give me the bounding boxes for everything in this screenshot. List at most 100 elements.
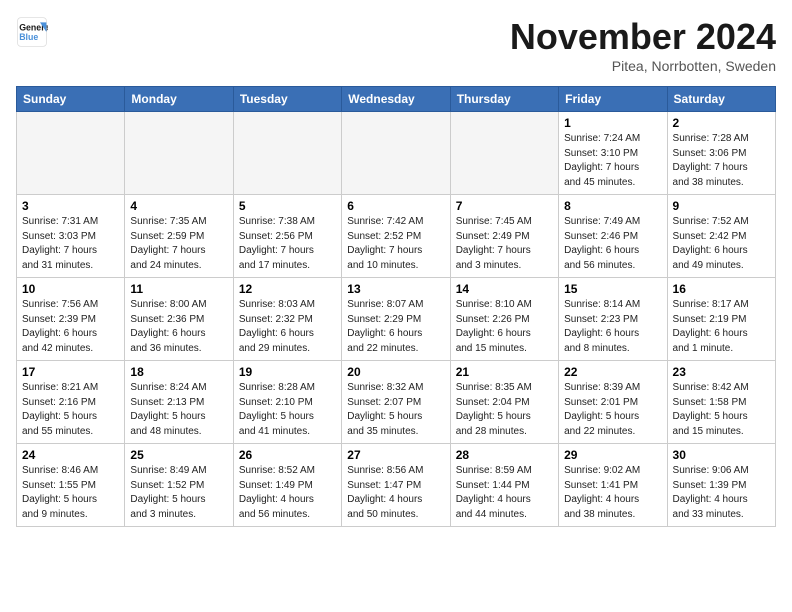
calendar-cell: 5Sunrise: 7:38 AM Sunset: 2:56 PM Daylig… — [233, 195, 341, 278]
calendar-cell: 15 Sunrise: 8:14 AM Sunset: 2:23 PM Dayli… — [559, 278, 667, 361]
day-number: 26 — [239, 448, 336, 462]
day-number: 20 — [347, 365, 444, 379]
calendar-weekday-friday: Friday — [559, 87, 667, 112]
location-subtitle: Pitea, Norrbotten, Sweden — [510, 58, 776, 74]
day-info: Sunrise: 8:21 AM Sunset: 2:16 PM Dayligh… — [22, 381, 119, 439]
calendar-header-row: SundayMondayTuesdayWednesdayThursdayFrid… — [17, 87, 776, 112]
day-info: Sunrise: 8:32 AM Sunset: 2:07 PM Dayligh… — [347, 381, 444, 439]
day-number: 8 — [564, 199, 661, 213]
day-info: Sunrise: 8:59 AM Sunset: 1:44 PM Dayligh… — [456, 464, 553, 522]
calendar-cell: 1 Sunrise: 7:24 AM Sunset: 3:10 PM Daylig… — [559, 112, 667, 195]
logo: General Blue — [16, 16, 48, 48]
day-info: Sunrise: 7:42 AM Sunset: 2:52 PM Dayligh… — [347, 215, 444, 273]
calendar-cell: 21Sunrise: 8:35 AM Sunset: 2:04 PM Dayli… — [450, 361, 558, 444]
day-number: 6 — [347, 199, 444, 213]
calendar-cell: 19Sunrise: 8:28 AM Sunset: 2:10 PM Dayli… — [233, 361, 341, 444]
day-number: 14 — [456, 282, 553, 296]
calendar-cell: 14Sunrise: 8:10 AM Sunset: 2:26 PM Dayli… — [450, 278, 558, 361]
calendar-cell: 22 Sunrise: 8:39 AM Sunset: 2:01 PM Dayli… — [559, 361, 667, 444]
page-header: General Blue November 2024 Pitea, Norrbo… — [16, 16, 776, 74]
day-number: 19 — [239, 365, 336, 379]
day-info: Sunrise: 8:46 AM Sunset: 1:55 PM Dayligh… — [22, 464, 119, 522]
day-number: 7 — [456, 199, 553, 213]
day-number: 17 — [22, 365, 119, 379]
calendar-cell: 13 Sunrise: 8:07 AM Sunset: 2:29 PM Dayli… — [342, 278, 450, 361]
calendar-table: SundayMondayTuesdayWednesdayThursdayFrid… — [16, 86, 776, 527]
day-info: Sunrise: 7:31 AM Sunset: 3:03 PM Dayligh… — [22, 215, 119, 273]
calendar-cell: 23 Sunrise: 8:42 AM Sunset: 1:58 PM Dayli… — [667, 361, 775, 444]
calendar-cell: 16 Sunrise: 8:17 AM Sunset: 2:19 PM Dayli… — [667, 278, 775, 361]
calendar-cell: 9 Sunrise: 7:52 AM Sunset: 2:42 PM Daylig… — [667, 195, 775, 278]
day-number: 28 — [456, 448, 553, 462]
calendar-cell — [342, 112, 450, 195]
calendar-cell: 28 Sunrise: 8:59 AM Sunset: 1:44 PM Dayli… — [450, 444, 558, 527]
calendar-weekday-tuesday: Tuesday — [233, 87, 341, 112]
day-number: 12 — [239, 282, 336, 296]
logo-icon: General Blue — [16, 16, 48, 48]
day-number: 3 — [22, 199, 119, 213]
calendar-cell: 12 Sunrise: 8:03 AM Sunset: 2:32 PM Dayli… — [233, 278, 341, 361]
calendar-cell: 20 Sunrise: 8:32 AM Sunset: 2:07 PM Dayli… — [342, 361, 450, 444]
calendar-cell: 2Sunrise: 7:28 AM Sunset: 3:06 PM Daylig… — [667, 112, 775, 195]
calendar-body: 1 Sunrise: 7:24 AM Sunset: 3:10 PM Daylig… — [17, 112, 776, 527]
day-number: 13 — [347, 282, 444, 296]
day-info: Sunrise: 7:45 AM Sunset: 2:49 PM Dayligh… — [456, 215, 553, 273]
day-info: Sunrise: 8:52 AM Sunset: 1:49 PM Dayligh… — [239, 464, 336, 522]
day-info: Sunrise: 7:35 AM Sunset: 2:59 PM Dayligh… — [130, 215, 227, 273]
day-info: Sunrise: 7:38 AM Sunset: 2:56 PM Dayligh… — [239, 215, 336, 273]
calendar-cell: 17 Sunrise: 8:21 AM Sunset: 2:16 PM Dayli… — [17, 361, 125, 444]
day-info: Sunrise: 8:35 AM Sunset: 2:04 PM Dayligh… — [456, 381, 553, 439]
calendar-weekday-saturday: Saturday — [667, 87, 775, 112]
calendar-week-2: 3 Sunrise: 7:31 AM Sunset: 3:03 PM Daylig… — [17, 195, 776, 278]
day-info: Sunrise: 8:42 AM Sunset: 1:58 PM Dayligh… — [673, 381, 770, 439]
day-number: 29 — [564, 448, 661, 462]
calendar-cell: 26 Sunrise: 8:52 AM Sunset: 1:49 PM Dayli… — [233, 444, 341, 527]
calendar-cell: 4 Sunrise: 7:35 AM Sunset: 2:59 PM Daylig… — [125, 195, 233, 278]
day-number: 24 — [22, 448, 119, 462]
calendar-cell: 29 Sunrise: 9:02 AM Sunset: 1:41 PM Dayli… — [559, 444, 667, 527]
calendar-weekday-thursday: Thursday — [450, 87, 558, 112]
day-number: 22 — [564, 365, 661, 379]
day-number: 18 — [130, 365, 227, 379]
calendar-cell: 18 Sunrise: 8:24 AM Sunset: 2:13 PM Dayli… — [125, 361, 233, 444]
day-info: Sunrise: 8:07 AM Sunset: 2:29 PM Dayligh… — [347, 298, 444, 356]
calendar-weekday-monday: Monday — [125, 87, 233, 112]
calendar-cell: 25Sunrise: 8:49 AM Sunset: 1:52 PM Dayli… — [125, 444, 233, 527]
day-number: 9 — [673, 199, 770, 213]
day-info: Sunrise: 7:28 AM Sunset: 3:06 PM Dayligh… — [673, 132, 770, 190]
day-number: 4 — [130, 199, 227, 213]
calendar-cell — [17, 112, 125, 195]
calendar-cell: 11 Sunrise: 8:00 AM Sunset: 2:36 PM Dayli… — [125, 278, 233, 361]
day-number: 11 — [130, 282, 227, 296]
calendar-week-4: 17 Sunrise: 8:21 AM Sunset: 2:16 PM Dayli… — [17, 361, 776, 444]
day-info: Sunrise: 8:00 AM Sunset: 2:36 PM Dayligh… — [130, 298, 227, 356]
calendar-cell: 6 Sunrise: 7:42 AM Sunset: 2:52 PM Daylig… — [342, 195, 450, 278]
calendar-cell: 10Sunrise: 7:56 AM Sunset: 2:39 PM Dayli… — [17, 278, 125, 361]
day-info: Sunrise: 9:02 AM Sunset: 1:41 PM Dayligh… — [564, 464, 661, 522]
day-info: Sunrise: 8:14 AM Sunset: 2:23 PM Dayligh… — [564, 298, 661, 356]
day-info: Sunrise: 8:17 AM Sunset: 2:19 PM Dayligh… — [673, 298, 770, 356]
day-number: 1 — [564, 116, 661, 130]
calendar-week-1: 1 Sunrise: 7:24 AM Sunset: 3:10 PM Daylig… — [17, 112, 776, 195]
day-info: Sunrise: 8:56 AM Sunset: 1:47 PM Dayligh… — [347, 464, 444, 522]
calendar-week-5: 24 Sunrise: 8:46 AM Sunset: 1:55 PM Dayli… — [17, 444, 776, 527]
day-info: Sunrise: 7:52 AM Sunset: 2:42 PM Dayligh… — [673, 215, 770, 273]
calendar-cell: 24 Sunrise: 8:46 AM Sunset: 1:55 PM Dayli… — [17, 444, 125, 527]
day-number: 15 — [564, 282, 661, 296]
day-info: Sunrise: 8:39 AM Sunset: 2:01 PM Dayligh… — [564, 381, 661, 439]
calendar-cell: 27 Sunrise: 8:56 AM Sunset: 1:47 PM Dayli… — [342, 444, 450, 527]
day-info: Sunrise: 7:49 AM Sunset: 2:46 PM Dayligh… — [564, 215, 661, 273]
day-info: Sunrise: 7:24 AM Sunset: 3:10 PM Dayligh… — [564, 132, 661, 190]
day-info: Sunrise: 8:24 AM Sunset: 2:13 PM Dayligh… — [130, 381, 227, 439]
day-info: Sunrise: 8:03 AM Sunset: 2:32 PM Dayligh… — [239, 298, 336, 356]
day-info: Sunrise: 8:49 AM Sunset: 1:52 PM Dayligh… — [130, 464, 227, 522]
calendar-cell: 30Sunrise: 9:06 AM Sunset: 1:39 PM Dayli… — [667, 444, 775, 527]
title-block: November 2024 Pitea, Norrbotten, Sweden — [510, 16, 776, 74]
day-number: 23 — [673, 365, 770, 379]
day-number: 27 — [347, 448, 444, 462]
calendar-cell: 3 Sunrise: 7:31 AM Sunset: 3:03 PM Daylig… — [17, 195, 125, 278]
day-number: 16 — [673, 282, 770, 296]
day-number: 30 — [673, 448, 770, 462]
svg-text:Blue: Blue — [19, 32, 38, 42]
calendar-weekday-sunday: Sunday — [17, 87, 125, 112]
